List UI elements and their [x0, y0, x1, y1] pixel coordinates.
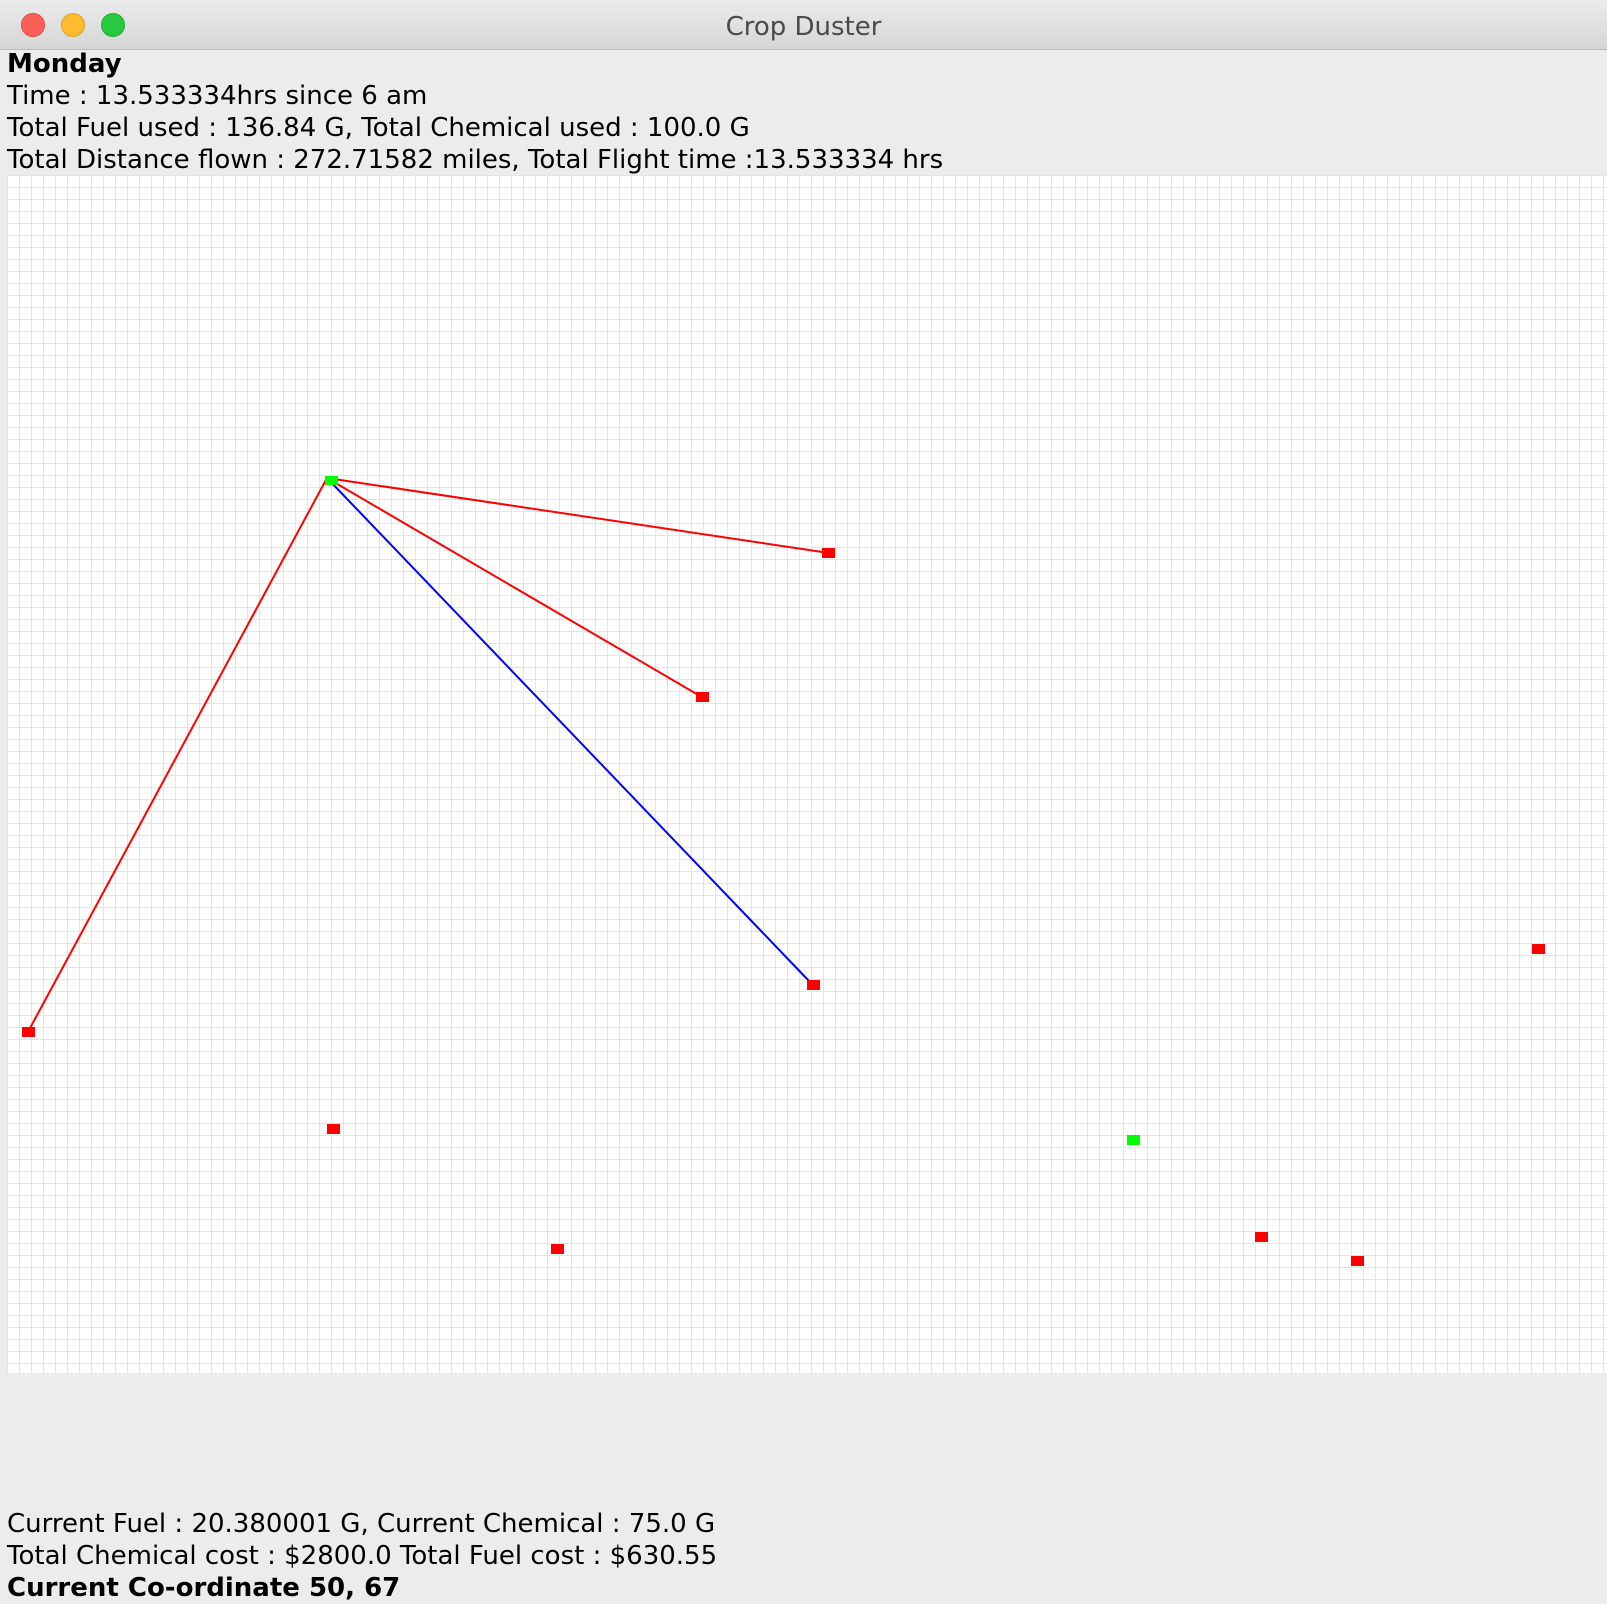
- route-line: [28, 477, 328, 1031]
- current-route-line: [326, 477, 810, 982]
- costs-readout: Total Chemical cost : $2800.0 Total Fuel…: [7, 1541, 718, 1571]
- flight-totals-readout: Total Distance flown : 272.71582 miles, …: [7, 145, 944, 175]
- current-coordinate-readout: Current Co-ordinate 50, 67: [7, 1573, 401, 1603]
- field-marker: [1255, 1232, 1268, 1242]
- field-marker: [551, 1244, 564, 1254]
- status-footer: Current Fuel : 20.380001 G, Current Chem…: [7, 1508, 717, 1604]
- title-bar[interactable]: Crop Duster: [0, 0, 1607, 50]
- field-marker: [822, 548, 835, 558]
- field-marker: [327, 1124, 340, 1134]
- field-marker: [807, 980, 820, 990]
- time-readout: Time : 13.533334hrs since 6 am: [7, 81, 428, 111]
- map-grid[interactable]: [7, 175, 1607, 1373]
- status-header: Monday Time : 13.533334hrs since 6 am To…: [7, 48, 943, 176]
- route-line: [326, 477, 701, 697]
- field-marker: [22, 1027, 35, 1037]
- airport-marker: [1127, 1135, 1140, 1145]
- flight-map: [22, 476, 1545, 1266]
- current-resources-readout: Current Fuel : 20.380001 G, Current Chem…: [7, 1509, 716, 1539]
- airport-marker: [325, 476, 338, 485]
- route-line: [326, 477, 830, 554]
- day-label: Monday: [7, 49, 122, 79]
- crop-duster-window: Crop Duster Monday Time : 13.533334hrs s…: [0, 0, 1607, 1604]
- field-marker: [1351, 1256, 1364, 1266]
- field-marker: [696, 692, 709, 702]
- usage-totals-readout: Total Fuel used : 136.84 G, Total Chemic…: [7, 113, 750, 143]
- field-marker: [1532, 944, 1545, 954]
- window-title: Crop Duster: [725, 12, 882, 42]
